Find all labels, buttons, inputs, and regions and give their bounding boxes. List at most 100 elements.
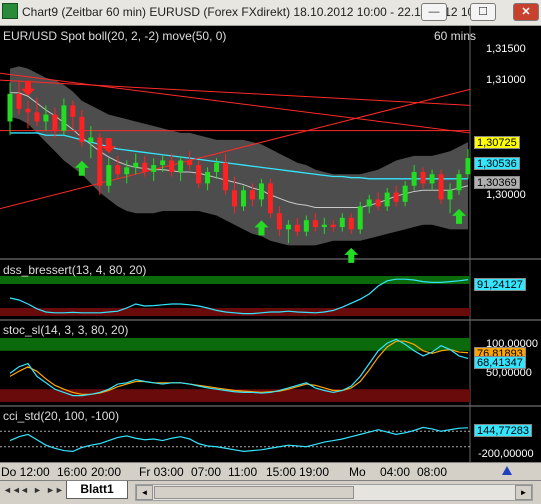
candle-body bbox=[79, 116, 85, 143]
cci-value-tag: 144,77283 bbox=[474, 424, 532, 437]
band-price-tag: 1,30369 bbox=[474, 176, 520, 189]
y-label: -200,00000 bbox=[478, 448, 534, 460]
time-tick: Do 12:00 bbox=[1, 465, 50, 479]
candle-body bbox=[411, 171, 417, 186]
candle-body bbox=[223, 162, 229, 191]
candle-body bbox=[61, 105, 67, 131]
time-tick: 11:00 bbox=[228, 465, 258, 479]
candle-body bbox=[142, 162, 148, 172]
time-tick: 16:00 bbox=[57, 465, 88, 479]
candle-body bbox=[196, 165, 202, 184]
candle-body bbox=[205, 171, 211, 184]
cci-line bbox=[9, 426, 469, 452]
chart-svg bbox=[0, 26, 541, 462]
candle-body bbox=[447, 190, 453, 200]
candle-body bbox=[88, 137, 94, 143]
sheet-tabbar: ◄◄ ◄ ► ►► Blatt1 ◄ ► bbox=[0, 480, 541, 504]
candle-body bbox=[97, 137, 103, 186]
dss-value-tag: 91,24127 bbox=[474, 278, 526, 291]
time-tick: 08:00 bbox=[417, 465, 448, 479]
close-button[interactable]: ✕ bbox=[513, 3, 539, 21]
prev-sheet-button[interactable]: ◄ bbox=[20, 485, 29, 495]
candle-body bbox=[276, 213, 282, 230]
candle-body bbox=[312, 220, 318, 228]
candle-body bbox=[321, 224, 327, 228]
candle-body bbox=[402, 185, 408, 202]
candle-body bbox=[160, 160, 166, 166]
candle-body bbox=[232, 190, 238, 207]
candle-body bbox=[330, 224, 336, 228]
time-tick: 04:00 bbox=[380, 465, 411, 479]
candle-body bbox=[366, 199, 372, 207]
stoc-d-tag: 68,41347 bbox=[474, 356, 526, 369]
candle-body bbox=[249, 190, 255, 200]
candle-body bbox=[70, 105, 76, 117]
candle-body bbox=[151, 165, 157, 172]
main-panel-label: EUR/USD Spot boll(20, 2, -2) move(50, 0) bbox=[3, 29, 227, 43]
ma-price-tag: 1,30536 bbox=[474, 157, 520, 170]
candle-body bbox=[420, 171, 426, 184]
candle-body bbox=[285, 224, 291, 230]
candle-body bbox=[214, 162, 220, 172]
candle-body bbox=[348, 217, 354, 230]
candle-body bbox=[43, 114, 49, 122]
candle-body bbox=[438, 174, 444, 200]
candle-body bbox=[115, 165, 121, 175]
last-price-tag: 1,30725 bbox=[474, 136, 520, 149]
last-sheet-button[interactable]: ►► bbox=[46, 485, 64, 495]
candle-body bbox=[429, 174, 435, 184]
candle-body bbox=[187, 160, 193, 166]
candle-body bbox=[124, 167, 130, 175]
cci-panel-label: cci_std(20, 100, -100) bbox=[3, 409, 120, 423]
y-label: 1,30000 bbox=[486, 189, 526, 201]
stoc-overbought-zone bbox=[0, 338, 470, 351]
scroll-thumb[interactable] bbox=[154, 486, 354, 499]
timeframe-label: 60 mins bbox=[434, 29, 477, 43]
scroll-left-icon[interactable]: ◄ bbox=[136, 485, 153, 500]
candle-body bbox=[169, 160, 175, 172]
candle-body bbox=[384, 192, 390, 207]
dss-panel-label: dss_bressert(13, 4, 80, 20) bbox=[3, 263, 147, 277]
candle-body bbox=[133, 162, 139, 168]
time-tick: 19:00 bbox=[299, 465, 330, 479]
buy-arrow-icon bbox=[344, 247, 359, 263]
candle-body bbox=[178, 160, 184, 172]
candle-body bbox=[258, 183, 264, 200]
maximize-button[interactable]: ☐ bbox=[470, 3, 496, 21]
chart-area[interactable]: EUR/USD Spot boll(20, 2, -2) move(50, 0)… bbox=[0, 26, 541, 462]
candle-body bbox=[34, 112, 40, 122]
dss-overbought-zone bbox=[0, 276, 470, 284]
candle-body bbox=[25, 108, 31, 113]
time-tick: 15:00 bbox=[266, 465, 297, 479]
candle-body bbox=[106, 165, 112, 186]
candle-body bbox=[294, 224, 300, 232]
scroll-right-icon[interactable]: ► bbox=[515, 485, 532, 500]
stoc-panel-label: stoc_sl(14, 3, 3, 80, 20) bbox=[3, 323, 129, 337]
candle-body bbox=[465, 158, 471, 175]
time-tick: 07:00 bbox=[191, 465, 222, 479]
time-tick: Fr 03:00 bbox=[139, 465, 184, 479]
time-tick: Mo bbox=[349, 465, 366, 479]
candle-body bbox=[303, 220, 309, 232]
candle-body bbox=[393, 192, 399, 202]
candle-body bbox=[7, 93, 13, 122]
tab-blatt1[interactable]: Blatt1 bbox=[66, 481, 128, 499]
window-titlebar: Chart9 (Zeitbar 60 min) EURUSD (Forex FX… bbox=[0, 0, 541, 26]
scroll-indicator-icon[interactable] bbox=[500, 463, 514, 477]
candle-body bbox=[267, 183, 273, 214]
candle-body bbox=[240, 190, 246, 207]
candle-body bbox=[375, 199, 381, 207]
candle-body bbox=[339, 217, 345, 228]
horizontal-scrollbar[interactable]: ◄ ► bbox=[135, 484, 533, 501]
candle-body bbox=[52, 114, 58, 131]
candle-body bbox=[16, 93, 22, 109]
y-label: 1,31500 bbox=[486, 43, 526, 55]
minimize-button[interactable]: — bbox=[421, 3, 447, 21]
chart-app-icon bbox=[2, 3, 18, 19]
next-sheet-button[interactable]: ► bbox=[33, 485, 42, 495]
y-label: 1,31000 bbox=[486, 74, 526, 86]
time-axis: Do 12:00 16:00 20:00 Fr 03:00 07:00 11:0… bbox=[0, 462, 541, 480]
first-sheet-button[interactable]: ◄◄ bbox=[3, 485, 21, 495]
candle-body bbox=[357, 206, 363, 230]
time-tick: 20:00 bbox=[91, 465, 122, 479]
